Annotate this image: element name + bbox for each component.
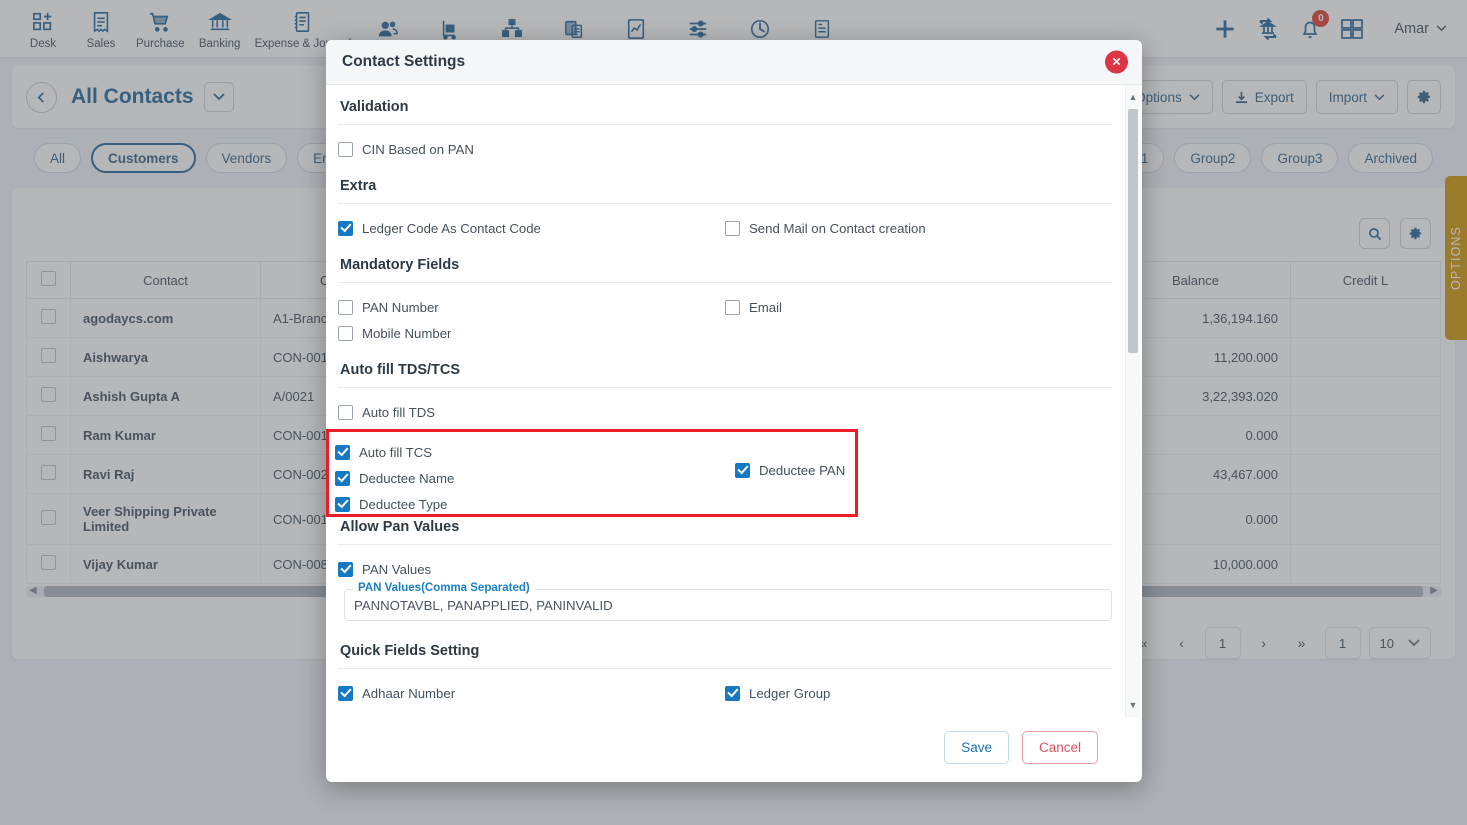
checkbox-cin-based-on-pan[interactable]: CIN Based on PAN	[338, 138, 725, 160]
checkbox-box[interactable]	[338, 220, 353, 236]
pan-values-field-value[interactable]: PANNOTAVBL, PANAPPLIED, PANINVALID	[354, 598, 613, 613]
checkbox-send-mail-on-contact-creation[interactable]: Send Mail on Contact creation	[725, 217, 1112, 239]
checkbox-box[interactable]	[338, 141, 353, 157]
checkbox-auto-fill-tds[interactable]: Auto fill TDS	[338, 401, 725, 423]
highlight-left-column: Auto fill TCS Deductee Name Deductee Typ…	[335, 441, 735, 519]
checkbox-label: Mobile Number	[362, 325, 452, 341]
checkbox-group[interactable]: Group	[338, 715, 725, 717]
checkbox-box[interactable]	[338, 299, 353, 315]
quickfields-right-column: Ledger Group Birthday Passport No	[725, 682, 1112, 717]
checkbox-box[interactable]	[335, 496, 350, 512]
checkbox-label: PAN Values	[362, 561, 432, 577]
checkbox-ledger-code-as-contact-code[interactable]: Ledger Code As Contact Code	[338, 217, 725, 239]
dialog-scrollbar[interactable]: ▲ ▼	[1125, 85, 1140, 717]
checkbox-box[interactable]	[338, 325, 353, 341]
section-title-auto-fill-tds-tcs: Auto fill TDS/TCS	[340, 362, 461, 378]
section-divider	[338, 203, 1112, 204]
section-title-extra: Extra	[340, 178, 377, 194]
checkbox-label: PAN Number	[362, 299, 439, 315]
section-title-quick-fields-setting: Quick Fields Setting	[340, 643, 480, 659]
checkbox-pan-number[interactable]: PAN Number	[338, 296, 725, 318]
checkbox-label: Adhaar Number	[362, 685, 456, 701]
validation-left-column: CIN Based on PAN	[338, 138, 725, 164]
checkbox-pan-values[interactable]: PAN Values	[338, 558, 1112, 580]
checkbox-label: Deductee Type	[359, 496, 448, 512]
mandatory-rows: PAN Number Mobile Number Email	[338, 296, 1112, 348]
section-divider	[338, 387, 1112, 388]
highlight-annotation-box: Auto fill TCS Deductee Name Deductee Typ…	[326, 429, 858, 517]
section-divider	[338, 668, 1112, 669]
pan-values-field-label: PAN Values(Comma Separated)	[353, 582, 535, 594]
section-title-allow-pan-values: Allow Pan Values	[340, 519, 460, 535]
checkbox-label: Email	[749, 299, 782, 315]
checkbox-adhaar-number[interactable]: Adhaar Number	[338, 682, 725, 704]
checkbox-mobile-number[interactable]: Mobile Number	[338, 322, 725, 344]
highlight-content: Auto fill TCS Deductee Name Deductee Typ…	[329, 432, 855, 519]
checkbox-deductee-pan-highlighted[interactable]: Deductee PAN	[735, 459, 855, 481]
checkbox-label: Auto fill TDS	[362, 404, 436, 420]
section-divider	[338, 124, 1112, 125]
checkbox-box[interactable]	[338, 561, 353, 577]
mandatory-right-column: Email	[725, 296, 1112, 348]
extra-left-column: Ledger Code As Contact Code	[338, 217, 725, 243]
checkbox-label: Ledger Code As Contact Code	[362, 220, 541, 236]
checkbox-email[interactable]: Email	[725, 296, 1112, 318]
checkbox-label: Send Mail on Contact creation	[749, 220, 926, 236]
mandatory-left-column: PAN Number Mobile Number	[338, 296, 725, 348]
save-button[interactable]: Save	[944, 731, 1009, 764]
checkbox-label: CIN Based on PAN	[362, 141, 474, 157]
checkbox-box[interactable]	[338, 685, 353, 701]
checkbox-label: Auto fill TCS	[359, 444, 433, 460]
extra-rows: Ledger Code As Contact Code Send Mail on…	[338, 217, 1112, 243]
extra-right-column: Send Mail on Contact creation	[725, 217, 1112, 243]
pan-values-field[interactable]: PAN Values(Comma Separated) PANNOTAVBL, …	[344, 582, 1112, 621]
dialog-title: Contact Settings	[342, 53, 466, 70]
checkbox-box[interactable]	[335, 444, 350, 460]
section-divider	[338, 544, 1112, 545]
checkbox-box[interactable]	[725, 685, 740, 701]
scroll-down-arrow-icon[interactable]: ▼	[1126, 697, 1140, 713]
dialog-footer: Save Cancel	[326, 717, 1142, 782]
section-divider	[338, 282, 1112, 283]
dialog-body: Validation CIN Based on PAN Extra Ledger…	[326, 85, 1142, 717]
checkbox-box[interactable]	[725, 299, 740, 315]
checkbox-label: Deductee Name	[359, 470, 455, 486]
scrollbar-thumb[interactable]	[1128, 109, 1138, 353]
checkbox-box[interactable]	[335, 470, 350, 486]
contact-settings-dialog: Contact Settings × Validation CIN Based …	[326, 40, 1142, 782]
checkbox-label: Deductee PAN	[759, 462, 846, 478]
dialog-header: Contact Settings ×	[326, 40, 1142, 85]
quickfields-rows: Adhaar Number Group Anniversary Date KYC…	[338, 682, 1112, 717]
checkbox-box[interactable]	[735, 462, 750, 478]
section-title-mandatory-fields: Mandatory Fields	[340, 257, 460, 273]
section-title-validation: Validation	[340, 99, 409, 115]
checkbox-box[interactable]	[725, 220, 740, 236]
scroll-up-arrow-icon[interactable]: ▲	[1126, 89, 1140, 105]
checkbox-deductee-name-highlighted[interactable]: Deductee Name	[335, 467, 735, 489]
highlight-right-column: Deductee PAN	[735, 441, 855, 519]
checkbox-auto-fill-tcs-highlighted[interactable]: Auto fill TCS	[335, 441, 735, 463]
validation-rows: CIN Based on PAN	[338, 138, 1112, 164]
checkbox-box[interactable]	[338, 404, 353, 420]
checkbox-label: Ledger Group	[749, 685, 831, 701]
checkbox-ledger-group[interactable]: Ledger Group	[725, 682, 1112, 704]
cancel-button[interactable]: Cancel	[1021, 731, 1098, 764]
close-icon[interactable]: ×	[1105, 50, 1128, 74]
checkbox-deductee-type-highlighted[interactable]: Deductee Type	[335, 493, 735, 515]
validation-right-column	[725, 138, 1112, 164]
quickfields-left-column: Adhaar Number Group Anniversary Date KYC…	[338, 682, 725, 717]
checkbox-birthday[interactable]: Birthday	[725, 715, 1112, 717]
